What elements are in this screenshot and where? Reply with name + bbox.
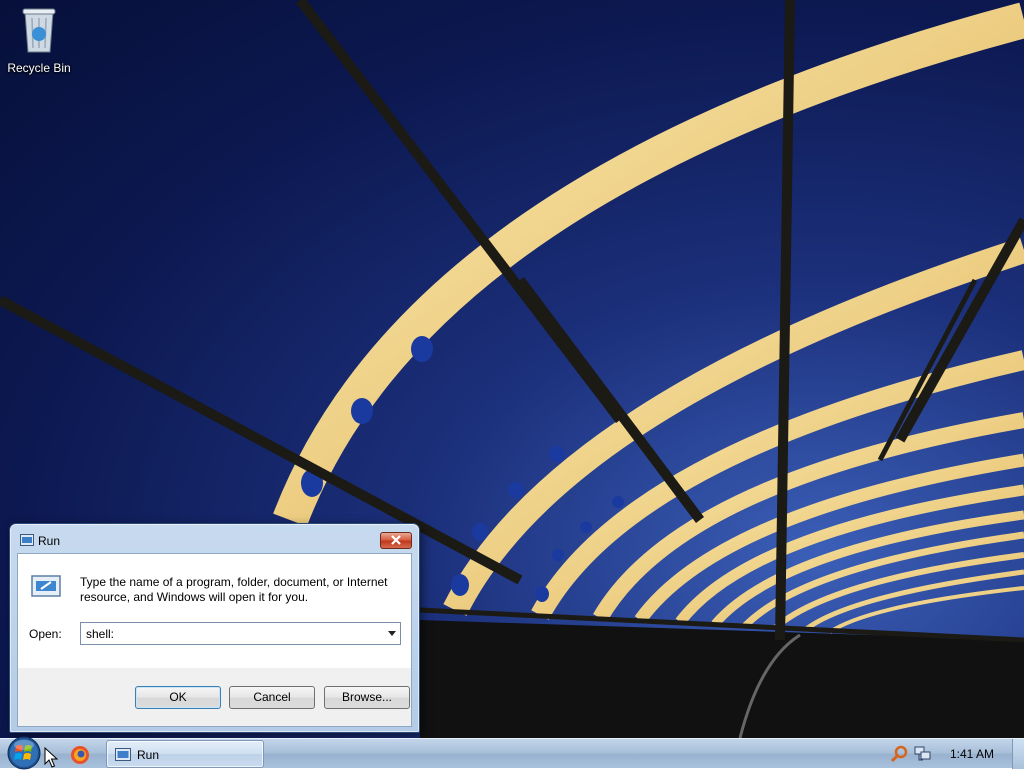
ok-button[interactable]: OK [135,686,221,709]
cancel-button[interactable]: Cancel [229,686,315,709]
run-program-icon [31,575,61,597]
recycle-bin-label: Recycle Bin [7,61,71,75]
run-icon [115,748,131,761]
taskbar-item-label: Run [137,748,160,762]
close-button[interactable] [380,532,412,549]
clock[interactable]: 1:41 AM [950,747,994,761]
close-icon [391,535,401,545]
mouse-cursor-icon [44,747,58,768]
recycle-bin[interactable]: Recycle Bin [4,4,74,75]
start-button[interactable] [4,735,44,771]
run-dialog[interactable]: Run Type the name of a program, folder, … [9,523,420,733]
dropdown-arrow-icon[interactable] [388,631,396,636]
dialog-description: Type the name of a program, folder, docu… [80,575,388,604]
taskbar-item-run[interactable]: Run [106,740,264,768]
open-label: Open: [29,627,62,641]
dialog-content: Type the name of a program, folder, docu… [18,554,411,668]
run-icon [20,534,34,546]
network-icon[interactable] [914,746,932,762]
dialog-title: Run [38,534,61,548]
recycle-bin-icon [22,8,56,53]
browse-button[interactable]: Browse... [324,686,410,709]
taskbar: Run 1:41 AM [0,735,1024,771]
show-desktop-button[interactable] [1012,739,1024,769]
firefox-icon[interactable] [68,743,92,767]
title-bar[interactable]: Run [10,524,419,554]
dialog-body: Type the name of a program, folder, docu… [17,553,412,727]
open-input-value[interactable]: shell: [86,627,114,641]
search-icon[interactable] [890,745,908,763]
open-combobox[interactable]: shell: [80,622,401,645]
